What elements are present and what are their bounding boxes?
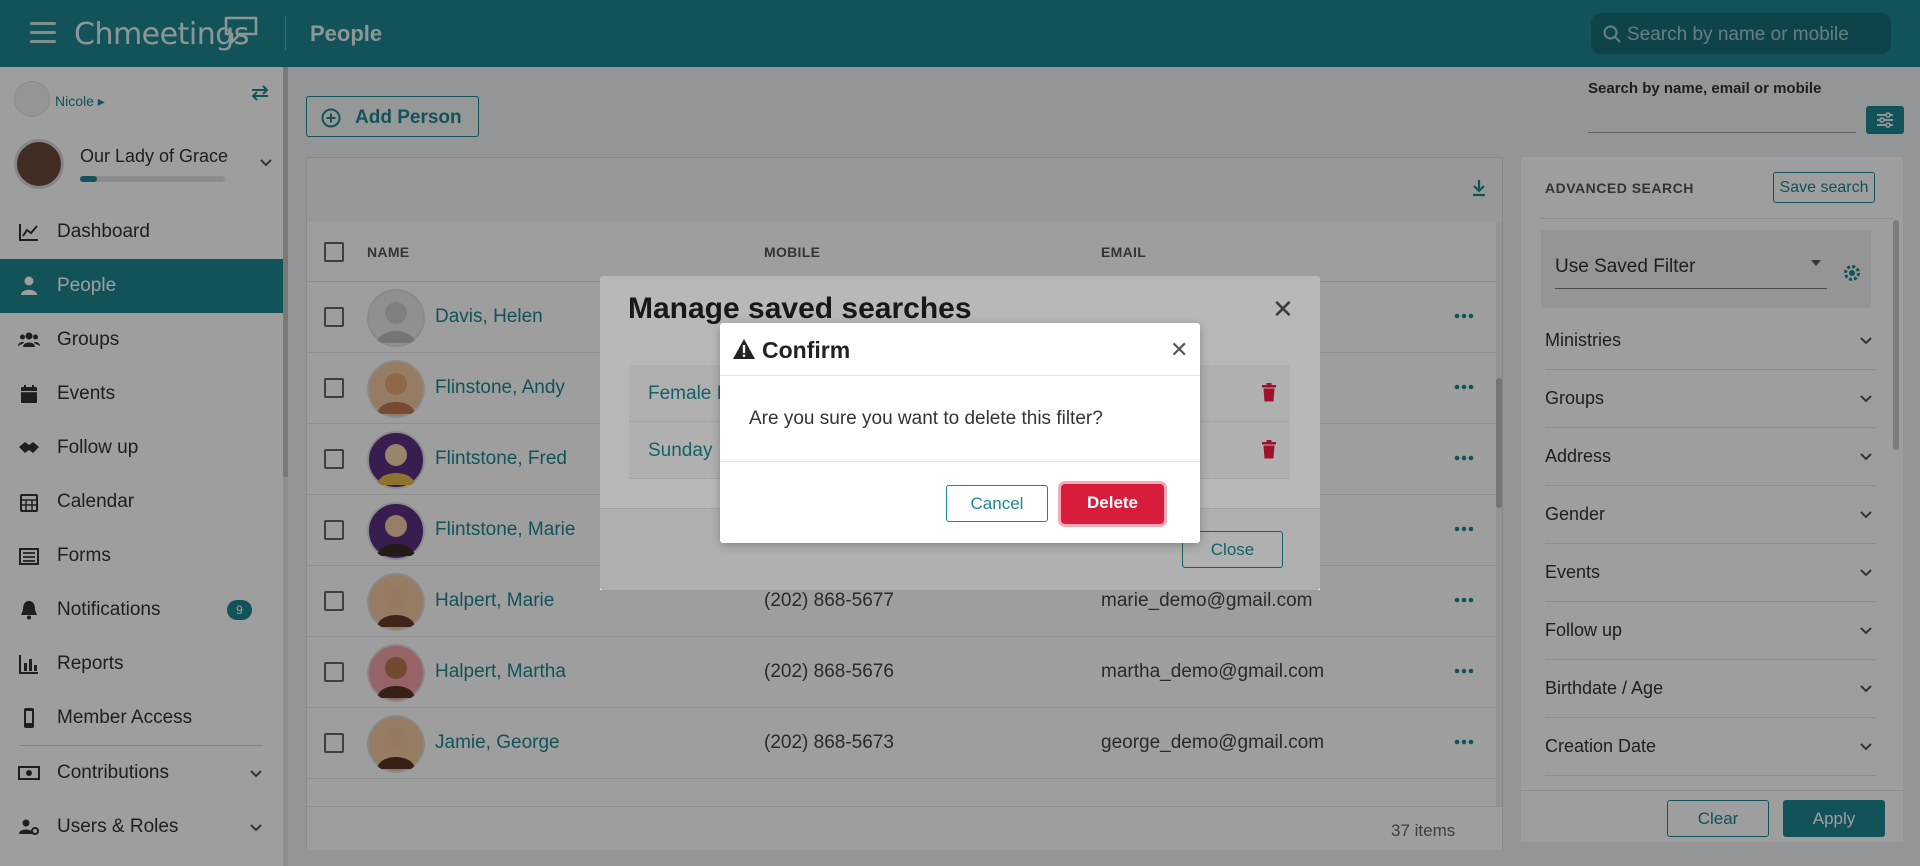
confirm-message: Are you sure you want to delete this fil… [749, 408, 1103, 429]
close-icon[interactable]: ✕ [1170, 337, 1188, 363]
confirm-dialog: Confirm ✕ Are you sure you want to delet… [720, 323, 1200, 543]
cancel-button[interactable]: Cancel [946, 485, 1048, 522]
confirm-header: Confirm ✕ [720, 323, 1200, 376]
confirm-title: Confirm [762, 337, 851, 363]
delete-button[interactable]: Delete [1061, 484, 1164, 524]
warning-icon [733, 339, 755, 359]
divider [720, 461, 1200, 462]
